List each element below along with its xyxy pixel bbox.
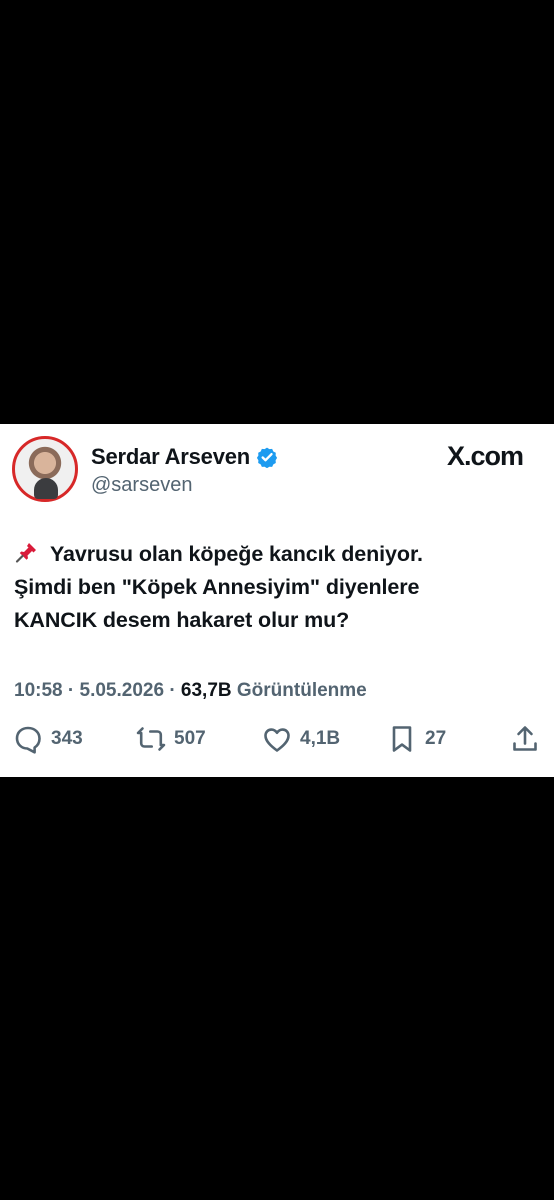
like-button[interactable]: 4,1B — [262, 724, 340, 754]
tweet-actions: 343 507 4,1B 27 — [13, 724, 543, 758]
heart-icon — [264, 728, 290, 752]
meta-separator-2: · — [169, 680, 176, 701]
tweet-line-1-text: Yavrusu olan köpeğe kancık deniyor. — [50, 542, 423, 566]
share-button[interactable] — [510, 724, 540, 754]
meta-separator-1: · — [67, 680, 75, 701]
reply-button[interactable]: 343 — [13, 724, 83, 754]
view-count: 63,7B — [180, 680, 232, 701]
like-count: 4,1B — [300, 728, 341, 749]
reply-icon — [15, 726, 41, 754]
bookmark-count: 27 — [425, 728, 447, 749]
reply-count: 343 — [51, 728, 83, 749]
author-avatar[interactable] — [12, 436, 78, 502]
tweet-line-3: KANCIK desem hakaret olur mu? — [14, 608, 350, 632]
bookmark-icon — [392, 726, 412, 752]
tweet-meta: 10:58 · 5.05.2026 · 63,7B Görüntülenme — [14, 680, 367, 702]
author-name[interactable]: Serdar Arseven — [91, 444, 250, 470]
tweet-time[interactable]: 10:58 — [14, 680, 63, 701]
share-icon — [513, 726, 537, 751]
view-label: Görüntülenme — [236, 680, 367, 701]
repost-count: 507 — [174, 728, 206, 749]
author-handle[interactable]: @sarseven — [91, 474, 192, 497]
tweet-line-1: Yavrusu olan köpeğe kancık deniyor. — [14, 538, 530, 571]
tweet-line-2: Şimdi ben "Köpek Annesiyim" diyenlere — [14, 575, 420, 599]
tweet-date[interactable]: 5.05.2026 — [80, 680, 165, 701]
repost-button[interactable]: 507 — [136, 724, 206, 754]
bookmark-button[interactable]: 27 — [387, 724, 446, 754]
tweet-card: Serdar Arseven @sarseven X.com Yavrusu o… — [0, 424, 554, 777]
author-name-row: Serdar Arseven — [91, 444, 278, 470]
x-logo[interactable]: X.com — [447, 441, 524, 472]
verified-badge-icon — [256, 447, 278, 468]
tweet-text: Yavrusu olan köpeğe kancık deniyor. Şimd… — [14, 538, 530, 637]
pushpin-icon — [15, 543, 36, 563]
repost-icon — [136, 727, 166, 751]
